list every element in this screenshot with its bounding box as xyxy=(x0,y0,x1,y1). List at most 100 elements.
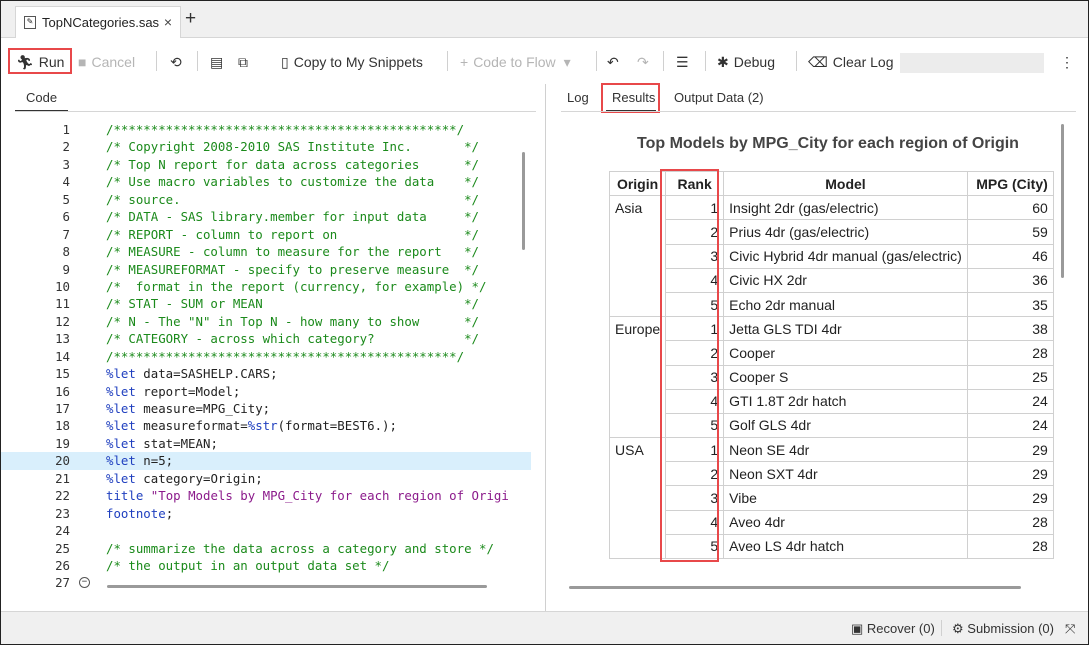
more-options-button[interactable]: ⋮ xyxy=(1060,51,1079,73)
code-line[interactable]: 5 /* source. */ xyxy=(1,191,531,208)
code-line[interactable]: 24 xyxy=(1,522,531,539)
code-line[interactable]: 22 title "Top Models by MPG_City for each… xyxy=(1,487,531,504)
code-line[interactable]: 21 %let category=Origin; xyxy=(1,470,531,487)
code-horizontal-scrollbar[interactable] xyxy=(107,585,487,588)
align-button[interactable]: ☰ xyxy=(676,51,694,73)
code-text: %let stat=MEAN; xyxy=(106,435,218,452)
code-line[interactable]: 8 /* MEASURE - column to measure for the … xyxy=(1,243,531,260)
tab-output-data[interactable]: Output Data (2) xyxy=(674,90,764,105)
cell-origin xyxy=(608,461,667,486)
code-line[interactable]: 14 /*************************************… xyxy=(1,348,531,365)
line-number: 27 xyxy=(55,575,70,591)
fold-toggle-icon[interactable]: − xyxy=(79,577,90,589)
clear-log-button[interactable]: ⌫ Clear Log xyxy=(808,51,894,73)
code-line[interactable]: 4 /* Use macro variables to customize the… xyxy=(1,173,531,190)
code-line[interactable]: 12 /* N - The "N" in Top N - how many to … xyxy=(1,313,531,330)
expand-icon[interactable]: ⤧ xyxy=(1065,621,1075,637)
cell-mpg: 24 xyxy=(966,412,1054,439)
code-line[interactable]: 19 %let stat=MEAN; xyxy=(1,435,531,452)
code-token: /* MEASUREFORMAT - specify to preserve m… xyxy=(106,261,479,277)
bug-icon: ✱ xyxy=(717,53,729,70)
code-token: /* Top N report for data across categori… xyxy=(106,156,479,172)
results-highlight-box xyxy=(601,83,660,113)
code-line[interactable]: 23 footnote; xyxy=(1,505,531,522)
cell-origin xyxy=(608,268,667,293)
align-icon: ☰ xyxy=(676,53,689,70)
code-token: /***************************************… xyxy=(106,122,465,137)
code-pane: Code 1 /*********************************… xyxy=(1,84,546,611)
line-number: 15 xyxy=(55,366,70,382)
line-number: 10 xyxy=(55,278,70,294)
cell-model: Neon SE 4dr xyxy=(723,437,968,463)
close-tab-icon[interactable]: × xyxy=(164,14,172,30)
cell-origin: Asia xyxy=(608,195,667,220)
code-token: %let xyxy=(106,383,136,399)
code-line[interactable]: 27− xyxy=(1,574,531,591)
code-editor[interactable]: 1 /**************************************… xyxy=(1,121,531,591)
tab-log[interactable]: Log xyxy=(567,90,589,105)
cancel-button[interactable]: ■ Cancel xyxy=(78,51,135,73)
code-token: "Top Models by MPG_City for each region … xyxy=(143,488,509,504)
code-token: /* REPORT - column to report on */ xyxy=(106,226,479,242)
code-text: /***************************************… xyxy=(106,348,464,365)
code-line[interactable]: 9 /* MEASUREFORMAT - specify to preserve … xyxy=(1,261,531,278)
copy-icon: ▯ xyxy=(281,53,289,70)
redo-button[interactable]: ↷ xyxy=(637,51,654,73)
toolbar-divider xyxy=(197,51,198,71)
snippet-button[interactable]: ⧉ xyxy=(238,51,253,73)
code-line[interactable]: 16 %let report=Model; xyxy=(1,383,531,400)
line-number: 4 xyxy=(62,174,70,190)
line-number: 7 xyxy=(62,226,70,242)
code-line[interactable]: 7 /* REPORT - column to report on */ xyxy=(1,226,531,243)
code-line[interactable]: 2 /* Copyright 2008-2010 SAS Institute In… xyxy=(1,138,531,155)
code-line[interactable]: 13 /* CATEGORY - across which category? *… xyxy=(1,330,531,347)
results-vertical-scrollbar[interactable] xyxy=(1061,124,1064,278)
code-token: %let xyxy=(106,418,136,434)
code-line[interactable]: 11 /* STAT - SUM or MEAN */ xyxy=(1,295,531,312)
code-line[interactable]: 15 %let data=SASHELP.CARS; xyxy=(1,365,531,382)
cell-model: Vibe xyxy=(723,485,968,511)
code-line[interactable]: 3 /* Top N report for data across categor… xyxy=(1,156,531,173)
plus-icon: + xyxy=(460,54,469,70)
code-to-flow-button[interactable]: + Code to Flow ▾ xyxy=(460,51,576,73)
cell-mpg: 29 xyxy=(966,437,1054,463)
cell-model: Jetta GLS TDI 4dr xyxy=(723,316,968,342)
code-token: footnote xyxy=(106,505,166,521)
code-line[interactable]: 6 /* DATA - SAS library.member for input … xyxy=(1,208,531,225)
file-sas-icon: ✎ xyxy=(24,16,36,29)
cell-model: Golf GLS 4dr xyxy=(723,412,968,439)
copy-to-snippets-button[interactable]: ▯ Copy to My Snippets xyxy=(281,51,423,73)
code-token: /* STAT - SUM or MEAN */ xyxy=(106,296,479,312)
tab-topncategories[interactable]: ✎ TopNCategories.sas × xyxy=(15,6,181,38)
cell-mpg: 28 xyxy=(966,340,1054,366)
recover-icon: ▣ xyxy=(851,621,867,636)
code-token: /* CATEGORY - across which category? */ xyxy=(106,331,479,347)
reset-session-button[interactable]: ⟲ xyxy=(170,51,187,73)
code-line[interactable]: 18 %let measureformat=%str(format=BEST6.)… xyxy=(1,417,531,434)
debug-button[interactable]: ✱ Debug xyxy=(717,51,775,73)
code-line[interactable]: 1 /**************************************… xyxy=(1,121,531,138)
code-text: /***************************************… xyxy=(106,121,464,138)
cell-mpg: 38 xyxy=(966,316,1054,342)
code-line[interactable]: 10 /* format in the report (currency, for… xyxy=(1,278,531,295)
code-line[interactable]: 17 %let measure=MPG_City; xyxy=(1,400,531,417)
undo-button[interactable]: ↶ xyxy=(607,51,624,73)
code-token: /* DATA - SAS library.member for input d… xyxy=(106,209,479,225)
cell-mpg: 24 xyxy=(966,388,1054,414)
cell-model: Civic HX 2dr xyxy=(723,267,968,293)
tab-divider xyxy=(15,111,536,112)
code-line[interactable]: 25 /* summarize the data across a categor… xyxy=(1,540,531,557)
submission-button[interactable]: ⚙ Submission (0) xyxy=(952,621,1054,637)
results-horizontal-scrollbar[interactable] xyxy=(569,586,1021,589)
code-line[interactable]: 26 /* the output in an output data set */ xyxy=(1,557,531,574)
add-tab-icon[interactable]: + xyxy=(185,8,196,30)
recover-button[interactable]: ▣ Recover (0) xyxy=(851,621,935,637)
tab-code[interactable]: Code xyxy=(26,90,57,105)
line-number: 24 xyxy=(55,523,70,539)
line-number: 12 xyxy=(55,313,70,329)
code-line[interactable]: 20 %let n=5; xyxy=(1,452,531,470)
format-code-button[interactable]: ▤ xyxy=(210,51,228,73)
code-token: /* Copyright 2008-2010 SAS Institute Inc… xyxy=(106,139,479,155)
line-number: 11 xyxy=(55,296,70,312)
code-vertical-scrollbar[interactable] xyxy=(522,152,525,250)
